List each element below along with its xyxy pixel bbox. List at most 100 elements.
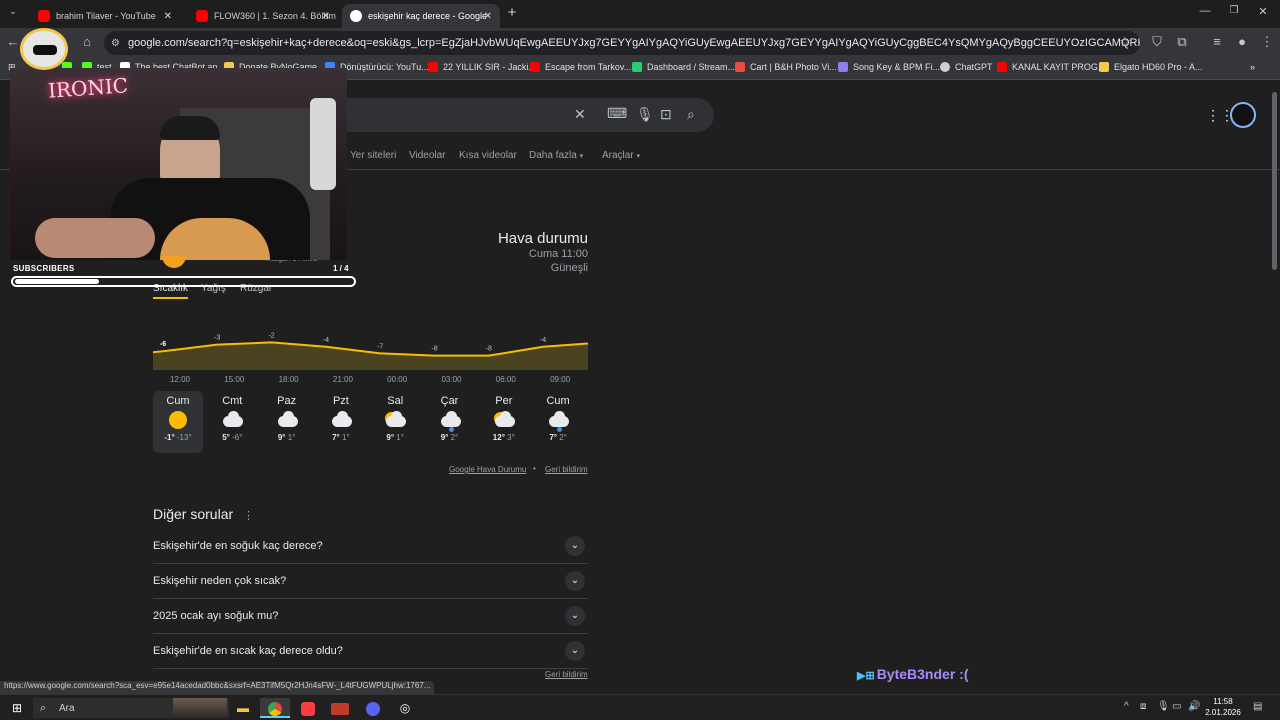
day-card[interactable]: Pzt 7° 1° <box>316 391 366 453</box>
tray-app-icon[interactable]: ⧈ <box>1140 701 1146 712</box>
day-temps: 5° -6° <box>207 433 257 442</box>
tab-google-search[interactable]: eskişehir kaç derece - Google'da ✕ <box>342 4 500 28</box>
music-icon[interactable] <box>293 698 323 718</box>
lens-icon[interactable]: ⊡ <box>660 106 672 123</box>
chrome-icon[interactable] <box>260 698 290 718</box>
bookmark-item[interactable]: ChatGPT <box>940 62 993 72</box>
close-window-icon[interactable]: ✕ <box>1254 5 1272 18</box>
game-icon: ▶⊞ <box>857 670 875 682</box>
address-bar[interactable]: ⚙ google.com/search?q=eskişehir+kaç+dere… <box>104 31 1140 55</box>
bookmark-label: Escape from Tarkov... <box>545 62 632 72</box>
day-low: 3° <box>507 433 515 442</box>
media-icon[interactable]: ≡ <box>1208 34 1226 49</box>
more-options-icon[interactable]: ⋮ <box>243 510 254 522</box>
taskbar-search[interactable]: ⌕ Ara <box>33 698 229 718</box>
hour-label: 03:00 <box>441 375 462 384</box>
tab-places[interactable]: Yer siteleri <box>350 150 396 161</box>
obs-icon[interactable]: ◎ <box>390 698 420 718</box>
bookmark-label: 22 YILLIK SIR - Jacki... <box>443 62 536 72</box>
day-high: 9° <box>386 433 395 442</box>
tab-youtube-1[interactable]: brahim Tilaver - YouTube ✕ <box>30 4 180 28</box>
tab-search-icon[interactable]: ⌄ <box>4 6 22 17</box>
hour-label: 09:00 <box>550 375 571 384</box>
more-bookmarks-icon[interactable]: » <box>1250 62 1255 72</box>
windows-start-icon[interactable]: ⊞ <box>2 698 32 718</box>
bookmark-item[interactable]: Escape from Tarkov... <box>530 62 631 72</box>
day-temps: 9° 1° <box>262 433 312 442</box>
tab-short-videos[interactable]: Kısa videolar <box>459 150 517 161</box>
day-card[interactable]: Per 12° 3° <box>479 391 529 453</box>
temperature-label: -4 <box>540 337 546 344</box>
keyboard-icon[interactable]: ⌨ <box>607 105 627 122</box>
page-scrollbar[interactable] <box>1272 92 1277 270</box>
microphone-tray-icon[interactable]: 🎙 <box>1157 701 1170 712</box>
day-card[interactable]: Cmt 5° -6° <box>207 391 257 453</box>
bookmark-item[interactable]: KANAL KAYIT PROG... <box>997 62 1105 72</box>
clear-icon[interactable]: ✕ <box>574 106 586 123</box>
day-card[interactable]: Sal 9° 1° <box>370 391 420 453</box>
bookmark-item[interactable]: Elgato HD60 Pro - A... <box>1099 62 1203 72</box>
voicemod-logo <box>331 702 349 715</box>
question-row[interactable]: Eskişehir neden çok sıcak? ⌄ <box>153 564 588 599</box>
day-card[interactable]: Çar 9° 2° <box>425 391 475 453</box>
bookmark-star-icon[interactable]: ☆ <box>1116 34 1134 50</box>
clock-date[interactable]: 2.01.2026 <box>1200 708 1246 717</box>
feedback-link[interactable]: Geri bildirim <box>545 465 588 474</box>
tab-tools[interactable]: Araçlar ▾ <box>602 150 640 161</box>
search-input[interactable]: ✕ ⌨ 🎙 ⊡ ⌕ <box>330 98 714 132</box>
discord-icon[interactable] <box>358 698 388 718</box>
taskbar: ⊞ ⌕ Ara ▬ ◎ ^ ⧈ 🎙 ▭ 🔊 11:58 2.01.2026 ▤ <box>0 694 1280 720</box>
day-card[interactable]: Paz 9° 1° <box>262 391 312 453</box>
tab-more[interactable]: Daha fazla ▾ <box>529 150 583 161</box>
home-icon[interactable]: ⌂ <box>78 34 96 49</box>
chevron-down-icon[interactable]: ⌄ <box>565 641 585 661</box>
weather-day-time: Cuma 11:00 <box>528 248 588 260</box>
account-avatar[interactable] <box>1230 102 1256 128</box>
new-tab-button[interactable]: + <box>503 4 521 21</box>
subscribers-count: 1 / 4 <box>333 264 349 273</box>
bookmark-label: Cart | B&H Photo Vi... <box>750 62 837 72</box>
tab-youtube-2[interactable]: FLOW360 | 1. Sezon 4. Bölüm - ✕ <box>188 4 338 28</box>
minimize-icon[interactable]: — <box>1196 5 1214 17</box>
google-weather-link[interactable]: Google Hava Durumu <box>449 465 526 474</box>
close-icon[interactable]: ✕ <box>322 11 330 22</box>
tray-chevron-icon[interactable]: ^ <box>1124 701 1129 712</box>
cloud-icon <box>276 411 298 429</box>
bookmark-item[interactable]: Dashboard / Stream... <box>632 62 735 72</box>
file-explorer-icon[interactable]: ▬ <box>228 698 258 718</box>
clock-time[interactable]: 11:58 <box>1203 697 1243 706</box>
close-icon[interactable]: ✕ <box>484 11 492 22</box>
chevron-down-icon[interactable]: ⌄ <box>565 571 585 591</box>
extensions-icon[interactable]: ⧉ <box>1173 34 1191 50</box>
question-row[interactable]: Eskişehir'de en sıcak kaç derece oldu? ⌄ <box>153 634 588 669</box>
chevron-down-icon[interactable]: ⌄ <box>565 536 585 556</box>
notifications-icon[interactable]: ▤ <box>1253 701 1262 712</box>
close-icon[interactable]: ✕ <box>164 11 172 22</box>
chevron-down-icon[interactable]: ⌄ <box>565 606 585 626</box>
volume-icon[interactable]: 🔊 <box>1188 701 1200 712</box>
bookmark-item[interactable]: Song Key & BPM Fi... <box>838 62 940 72</box>
bookmark-item[interactable]: 22 YILLIK SIR - Jacki... <box>428 62 536 72</box>
day-card[interactable]: Cum -1° -13° <box>153 391 203 453</box>
microphone-icon[interactable]: 🎙 <box>636 106 654 123</box>
profile-avatar[interactable]: ● <box>1233 34 1251 49</box>
voicemod-icon[interactable] <box>325 698 355 718</box>
search-icon[interactable]: ⌕ <box>687 106 695 123</box>
subscribers-label: SUBSCRIBERS <box>13 264 75 273</box>
shield-icon[interactable]: ⛉ <box>1148 34 1166 50</box>
temperature-chart: -6 -3 -2 -4 -7 -8 -8 -4 <box>153 332 588 370</box>
bookmark-label: ChatGPT <box>955 62 993 72</box>
network-icon[interactable]: ▭ <box>1172 701 1181 712</box>
bookmark-item[interactable]: Cart | B&H Photo Vi... <box>735 62 837 72</box>
day-low: 2° <box>450 433 459 442</box>
site-info-icon[interactable]: ⚙ <box>111 38 120 49</box>
day-name: Çar <box>440 395 459 407</box>
questions-feedback-link[interactable]: Geri bildirim <box>545 670 588 679</box>
restore-icon[interactable]: ❐ <box>1225 5 1243 16</box>
question-row[interactable]: Eskişehir'de en soğuk kaç derece? ⌄ <box>153 529 588 564</box>
menu-icon[interactable]: ⋮ <box>1258 34 1276 50</box>
tab-videos[interactable]: Videolar <box>409 150 446 161</box>
day-card[interactable]: Cum 7° 2° <box>533 391 583 453</box>
question-row[interactable]: 2025 ocak ayı soğuk mu? ⌄ <box>153 599 588 634</box>
cloud-icon <box>494 411 515 427</box>
